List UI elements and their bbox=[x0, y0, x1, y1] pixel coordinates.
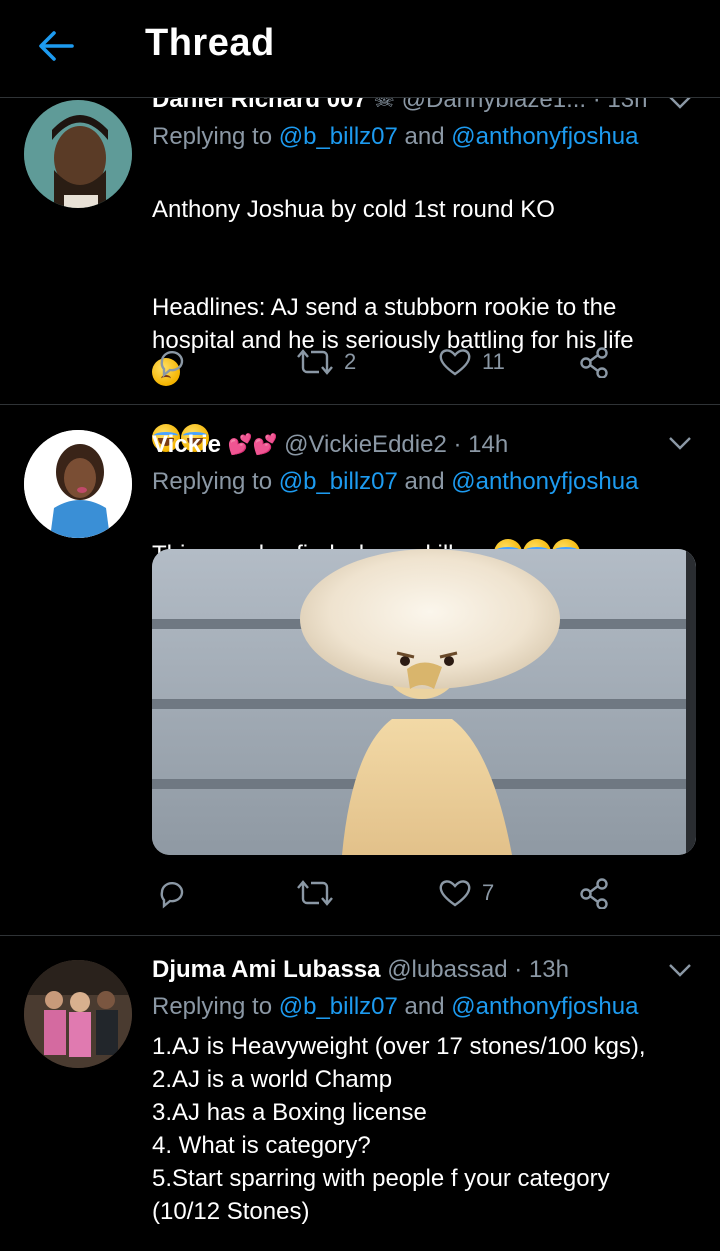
tweet-text-line: 1.AJ is Heavyweight (over 17 stones/100 … bbox=[152, 1033, 646, 1060]
mention-link[interactable]: @b_billz07 bbox=[279, 468, 398, 495]
top-app-bar: Thread bbox=[0, 0, 720, 98]
mention-link[interactable]: @b_billz07 bbox=[279, 123, 398, 150]
tweet-text: 1.AJ is Heavyweight (over 17 stones/100 … bbox=[152, 1030, 698, 1228]
share-icon bbox=[580, 878, 608, 909]
like-count: 7 bbox=[482, 880, 495, 905]
tweet-actions: 2 11 bbox=[152, 346, 632, 386]
mention-link[interactable]: @b_billz07 bbox=[279, 993, 398, 1020]
tweet-text-line: 3.AJ has a Boxing license bbox=[152, 1099, 427, 1126]
hearts-emoji: 💕💕 bbox=[227, 434, 278, 456]
replying-prefix: Replying to bbox=[152, 993, 279, 1020]
display-name[interactable]: Vickie bbox=[152, 431, 221, 458]
tweet-text-line: (10/12 Stones) bbox=[152, 1198, 310, 1225]
handle[interactable]: @VickieEddie2 bbox=[284, 431, 447, 458]
share-icon bbox=[580, 347, 608, 378]
like-icon bbox=[439, 880, 471, 907]
reply-icon bbox=[160, 350, 184, 378]
thread-feed: Daniel Richard 007 ☠ @Dannyblaze1... · 1… bbox=[0, 0, 720, 1251]
reply-icon bbox=[160, 881, 184, 909]
chevron-down-icon[interactable] bbox=[666, 960, 694, 980]
tweet-text-line: 2.AJ is a world Champ bbox=[152, 1066, 393, 1093]
tweet-photo[interactable] bbox=[152, 549, 696, 855]
tweet-text-line: Headlines: AJ send a stubborn rookie to … bbox=[152, 294, 634, 354]
reply-button[interactable] bbox=[156, 877, 188, 909]
replying-to: Replying to @b_billz07 and @anthonyfjosh… bbox=[152, 465, 698, 499]
tweet-text-line: Anthony Joshua by cold 1st round KO bbox=[152, 196, 555, 223]
replying-prefix: Replying to bbox=[152, 468, 279, 495]
like-count: 11 bbox=[482, 349, 505, 374]
tweet[interactable]: Djuma Ami Lubassa @lubassad · 13h Replyi… bbox=[0, 936, 720, 1251]
avatar[interactable] bbox=[24, 100, 132, 208]
tweet-meta: Vickie 💕💕 @VickieEddie2 · 14h bbox=[152, 429, 698, 461]
retweet-icon bbox=[297, 349, 333, 375]
share-button[interactable] bbox=[578, 877, 612, 909]
tweet-text-line: 5.Start sparring with people f your cate… bbox=[152, 1165, 610, 1192]
tweet[interactable]: Vickie 💕💕 @VickieEddie2 · 14h Replying t… bbox=[0, 405, 720, 936]
tweet[interactable]: Daniel Richard 007 ☠ @Dannyblaze1... · 1… bbox=[0, 70, 720, 452]
timestamp: · 14h bbox=[453, 431, 509, 458]
avatar[interactable] bbox=[24, 960, 132, 1068]
tweet-actions: 7 bbox=[152, 877, 632, 917]
chevron-down-icon[interactable] bbox=[666, 433, 694, 453]
reply-button[interactable] bbox=[156, 346, 188, 378]
tweet-text: Anthony Joshua by cold 1st round KO bbox=[152, 160, 698, 226]
mention-link[interactable]: @anthonyfjoshua bbox=[451, 123, 638, 150]
like-button[interactable]: 7 bbox=[438, 877, 494, 909]
tweet-meta: Djuma Ami Lubassa @lubassad · 13h bbox=[152, 954, 698, 986]
replying-and: and bbox=[397, 123, 452, 150]
replying-to: Replying to @b_billz07 and @anthonyfjosh… bbox=[152, 990, 698, 1024]
like-icon bbox=[439, 349, 471, 376]
retweet-button[interactable]: 2 bbox=[296, 346, 356, 378]
page-title: Thread bbox=[145, 22, 275, 64]
replying-prefix: Replying to bbox=[152, 123, 279, 150]
retweet-count: 2 bbox=[344, 349, 357, 374]
like-button[interactable]: 11 bbox=[438, 346, 505, 378]
timestamp: · 13h bbox=[514, 956, 569, 983]
replying-and: and bbox=[397, 993, 452, 1020]
retweet-button[interactable] bbox=[296, 877, 344, 909]
avatar[interactable] bbox=[24, 430, 132, 538]
display-name[interactable]: Djuma Ami Lubassa bbox=[152, 956, 381, 983]
retweet-icon bbox=[297, 880, 333, 906]
replying-and: and bbox=[397, 468, 452, 495]
handle[interactable]: @lubassad bbox=[387, 956, 507, 983]
share-button[interactable] bbox=[578, 346, 612, 378]
mention-link[interactable]: @anthonyfjoshua bbox=[451, 993, 638, 1020]
tweet-text-line: 4. What is category? bbox=[152, 1132, 371, 1159]
back-arrow-icon bbox=[39, 31, 74, 61]
mention-link[interactable]: @anthonyfjoshua bbox=[451, 468, 638, 495]
replying-to: Replying to @b_billz07 and @anthonyfjosh… bbox=[152, 120, 698, 154]
back-button[interactable] bbox=[28, 22, 84, 70]
